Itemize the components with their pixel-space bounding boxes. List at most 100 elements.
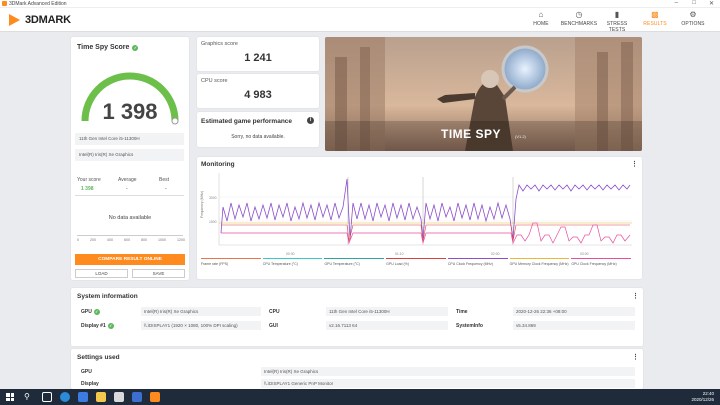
logo: 3DMARK xyxy=(9,12,71,28)
score-value: 1 398 xyxy=(102,99,158,124)
gear-icon: ⚙ xyxy=(689,10,697,19)
score-card: Time Spy Score ✓ 1 398 11th Gen Intel Co… xyxy=(71,37,189,280)
main-nav: ⌂ HOME ◷ BENCHMARKS ▮ STRESS TESTS ▩ RES… xyxy=(522,10,712,33)
nav-stress-tests[interactable]: ▮ STRESS TESTS xyxy=(598,10,636,33)
settings-display-value: \\.\DISPLAY1 Generic PnP Monitor xyxy=(261,379,635,388)
monitoring-card: Monitoring ⋮ Frequency (MHz) 00:30 01:10… xyxy=(197,157,642,279)
info-icon[interactable]: i xyxy=(307,117,314,124)
file-explorer-icon[interactable] xyxy=(96,392,106,402)
nav-results[interactable]: ▩ RESULTS xyxy=(636,10,674,33)
gpu-name: Intel(R) Iris(R) Xe Graphics xyxy=(75,149,184,161)
best-value: - xyxy=(165,186,167,192)
sys-sysinfo-value: v5.34.869 xyxy=(513,321,635,330)
mail-icon[interactable] xyxy=(114,392,124,402)
graphics-score-label: Graphics score xyxy=(201,41,238,47)
monitoring-legend: Frame rate (FPS) CPU Temperature (°C) GP… xyxy=(201,258,633,266)
search-icon[interactable]: ⚲ xyxy=(24,392,34,402)
nav-label: RESULTS xyxy=(643,21,667,27)
window-titlebar: 3DMark Advanced Edition – □ ✕ xyxy=(0,0,720,8)
app-header: 3DMARK ⌂ HOME ◷ BENCHMARKS ▮ STRESS TEST… xyxy=(0,8,720,33)
settings-used-title: Settings used xyxy=(77,354,120,361)
results-icon: ▩ xyxy=(651,10,659,19)
cpu-score-card: CPU score 4 983 xyxy=(197,74,319,108)
nav-options[interactable]: ⚙ OPTIONS xyxy=(674,10,712,33)
sys-sysinfo-label: SystemInfo xyxy=(456,323,483,329)
sys-display-value: \\.\DISPLAY1 (1920 × 1080, 100% DPI scal… xyxy=(141,321,261,330)
hero-title: TIME SPY xyxy=(441,127,502,141)
legend-item[interactable]: GPU Temperature (°C) xyxy=(324,258,385,266)
your-score-label: Your score xyxy=(77,177,101,183)
check-icon: ✓ xyxy=(93,309,100,315)
your-score-value: 1 398 xyxy=(81,186,94,192)
logo-text: 3DMARK xyxy=(25,14,71,26)
load-button[interactable]: LOAD xyxy=(75,269,128,278)
window-title: 3DMark Advanced Edition xyxy=(9,1,67,7)
best-label: Best xyxy=(159,177,170,183)
check-icon: ✓ xyxy=(132,44,139,51)
legend-item[interactable]: GPU Clock Frequency (MHz) xyxy=(571,258,632,266)
score-axis-line xyxy=(77,235,183,236)
sys-time-value: 2020-12-26 22:36 +08:00 xyxy=(513,307,635,316)
legend-item[interactable]: CPU Temperature (°C) xyxy=(262,258,323,266)
more-options-icon[interactable]: ⋮ xyxy=(632,353,639,361)
3dmark-taskbar-icon[interactable] xyxy=(150,392,160,402)
sys-gui-value: v2.16.7113 64 xyxy=(326,321,448,330)
average-value: - xyxy=(126,186,128,192)
nav-home[interactable]: ⌂ HOME xyxy=(522,10,560,33)
taskbar-clock[interactable]: 22:40 2020/12/26 xyxy=(691,391,714,403)
svg-text:02:00: 02:00 xyxy=(491,252,500,256)
legend-item[interactable]: GPU Memory Clock Frequency (MHz) xyxy=(509,258,570,266)
stress-tests-icon: ▮ xyxy=(614,10,620,19)
nav-label: STRESS TESTS xyxy=(606,21,628,33)
system-info-card: System information ⋮ GPU ✓ Intel(R) Iris… xyxy=(71,288,643,346)
svg-text:00:30: 00:30 xyxy=(286,252,295,256)
windows-start-icon[interactable] xyxy=(6,393,14,401)
score-axis-ticks: 0 200 400 600 800 1000 1200 xyxy=(77,238,185,242)
game-performance-card: Estimated game performance i Sorry, no d… xyxy=(197,112,319,147)
settings-gpu-label: GPU xyxy=(81,369,92,375)
nav-label: HOME xyxy=(533,21,549,27)
save-button[interactable]: SAVE xyxy=(132,269,185,278)
graphics-score-value: 1 241 xyxy=(244,52,272,64)
maximize-icon[interactable]: □ xyxy=(692,0,696,6)
sys-time-label: Time xyxy=(456,309,468,315)
minimize-icon[interactable]: – xyxy=(675,0,678,6)
logo-mark-icon xyxy=(9,13,23,27)
cpu-score-value: 4 983 xyxy=(244,89,272,101)
edge-browser-icon[interactable] xyxy=(60,392,70,402)
task-view-icon[interactable] xyxy=(42,392,52,402)
hero-version: (V1.2) xyxy=(515,134,526,139)
windows-taskbar: ⚲ 22:40 2020/12/26 xyxy=(0,389,720,405)
nav-label: OPTIONS xyxy=(681,21,705,27)
taskbar-date: 2020/12/26 xyxy=(691,397,714,402)
sys-cpu-value: 11th Gen Intel Core i5-11300H xyxy=(326,307,448,316)
sys-cpu-label: CPU xyxy=(269,309,280,315)
compare-online-button[interactable]: COMPARE RESULT ONLINE xyxy=(75,254,185,265)
nav-benchmarks[interactable]: ◷ BENCHMARKS xyxy=(560,10,598,33)
svg-text:03:00: 03:00 xyxy=(580,252,589,256)
legend-item[interactable]: CPU Clock Frequency (MHz) xyxy=(447,258,508,266)
cpu-name: 11th Gen Intel Core i5-11300H xyxy=(75,133,184,145)
axis-tick: 600 xyxy=(124,238,130,242)
sys-gpu-value: Intel(R) Iris(R) Xe Graphics xyxy=(141,307,261,316)
svg-text:3000: 3000 xyxy=(209,196,217,200)
app-icon xyxy=(2,1,7,6)
app-icon-blue[interactable] xyxy=(132,392,142,402)
legend-item[interactable]: GPU Load (%) xyxy=(386,258,446,266)
svg-text:01:10: 01:10 xyxy=(395,252,404,256)
benchmark-hero-image: TIME SPY (V1.2) xyxy=(325,37,642,151)
benchmarks-icon: ◷ xyxy=(575,10,583,19)
close-icon[interactable]: ✕ xyxy=(709,0,714,7)
more-options-icon[interactable]: ⋮ xyxy=(632,292,639,300)
axis-tick: 0 xyxy=(77,238,79,242)
store-icon[interactable] xyxy=(78,392,88,402)
svg-text:1500: 1500 xyxy=(209,220,217,224)
sys-gpu-label: GPU ✓ xyxy=(81,309,100,315)
sys-display-label-text: Display #1 xyxy=(81,323,106,329)
sys-gui-label: GUI xyxy=(269,323,278,329)
divider xyxy=(75,195,184,196)
home-icon: ⌂ xyxy=(538,10,544,19)
average-label: Average xyxy=(118,177,137,183)
score-title-text: Time Spy Score xyxy=(77,44,130,51)
legend-item[interactable]: Frame rate (FPS) xyxy=(201,258,261,266)
